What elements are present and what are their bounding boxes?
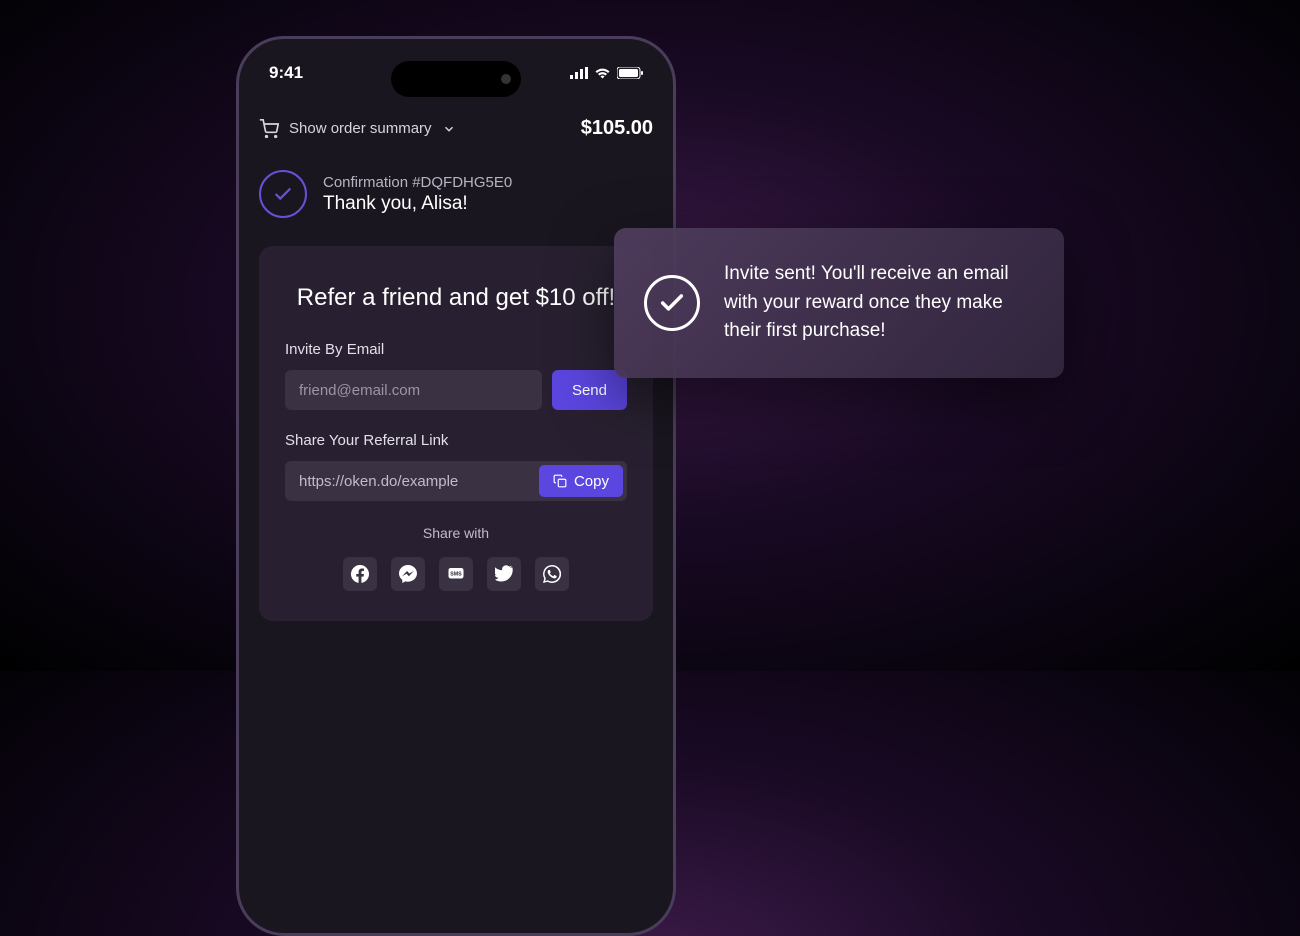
referral-headline: Refer a friend and get $10 off! [285, 282, 627, 313]
referral-link-row: https://oken.do/example Copy [285, 461, 627, 501]
copy-icon [553, 474, 567, 488]
cellular-icon [570, 67, 588, 79]
social-share-row: SMS [285, 557, 627, 591]
copy-button[interactable]: Copy [539, 465, 623, 497]
phone-notch [391, 61, 521, 97]
facebook-share-button[interactable] [343, 557, 377, 591]
order-total: $105.00 [581, 117, 653, 140]
whatsapp-share-button[interactable] [535, 557, 569, 591]
toast-message: Invite sent! You'll receive an email wit… [724, 260, 1034, 346]
messenger-icon [399, 565, 417, 583]
phone-frame: 9:41 Show order summary $105.00 Confirma… [236, 36, 676, 936]
referral-card: Refer a friend and get $10 off! Invite B… [259, 246, 653, 621]
twitter-icon [495, 565, 513, 583]
cart-icon [259, 119, 279, 139]
whatsapp-icon [543, 565, 561, 583]
confirmation-check-icon [259, 170, 307, 218]
facebook-icon [351, 565, 369, 583]
share-with-label: Share with [285, 525, 627, 541]
status-icons [570, 67, 643, 79]
twitter-share-button[interactable] [487, 557, 521, 591]
confirmation-block: Confirmation #DQFDHG5E0 Thank you, Alisa… [259, 170, 653, 218]
send-button[interactable]: Send [552, 370, 627, 410]
confirmation-subtitle: Confirmation #DQFDHG5E0 [323, 174, 512, 191]
referral-link-label: Share Your Referral Link [285, 432, 627, 449]
order-summary-toggle[interactable]: Show order summary [259, 119, 456, 139]
messenger-share-button[interactable] [391, 557, 425, 591]
sms-share-button[interactable]: SMS [439, 557, 473, 591]
toast-check-icon [644, 275, 700, 331]
wifi-icon [594, 67, 611, 79]
status-time: 9:41 [269, 63, 303, 83]
invite-sent-toast: Invite sent! You'll receive an email wit… [614, 228, 1064, 378]
order-summary-row: Show order summary $105.00 [259, 117, 653, 140]
battery-icon [617, 67, 643, 79]
referral-link-value[interactable]: https://oken.do/example [299, 473, 539, 490]
invite-email-input[interactable] [285, 370, 542, 410]
chevron-down-icon [442, 122, 456, 136]
sms-icon: SMS [447, 565, 465, 583]
order-summary-label: Show order summary [289, 120, 432, 137]
invite-email-label: Invite By Email [285, 341, 627, 358]
confirmation-title: Thank you, Alisa! [323, 193, 512, 215]
svg-text:SMS: SMS [450, 572, 462, 578]
